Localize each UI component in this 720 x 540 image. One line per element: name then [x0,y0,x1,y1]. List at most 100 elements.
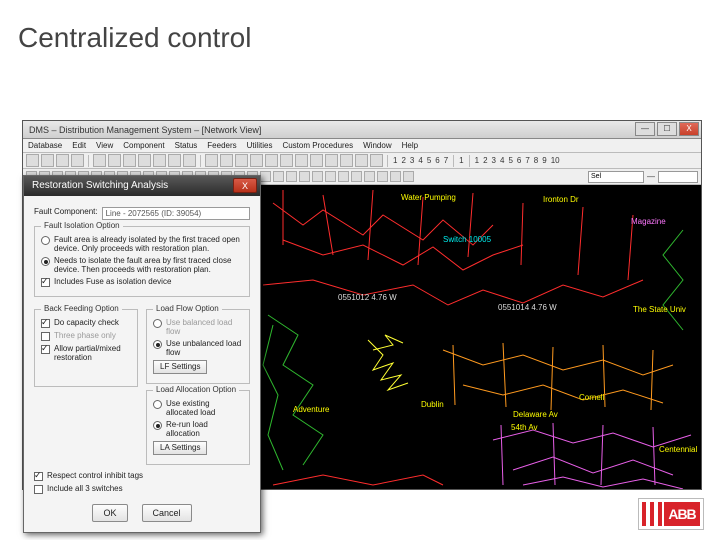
menu-component[interactable]: Component [118,139,169,152]
dialog-title-text: Restoration Switching Analysis [32,180,168,191]
tool-button[interactable] [260,171,271,182]
toolbar-number[interactable]: 2 [400,156,406,165]
toolbar-number[interactable]: 4 [499,156,505,165]
menu-feeders[interactable]: Feeders [202,139,241,152]
tool-button[interactable] [325,171,336,182]
window-close-button[interactable]: X [679,122,699,136]
map-label-delaware: Delaware Av [513,410,558,419]
tool-button[interactable] [377,171,388,182]
tool-button[interactable] [312,171,323,182]
menu-view[interactable]: View [91,139,118,152]
tool-button[interactable] [235,154,248,167]
tool-button[interactable] [364,171,375,182]
fault-component-input[interactable]: Line - 2072565 (ID: 39054) [102,207,250,220]
toolbar-number[interactable]: 8 [533,156,539,165]
radio-needs-isolate[interactable] [41,257,50,266]
tool-button[interactable] [220,154,233,167]
check-capacity[interactable] [41,319,50,328]
toolbar-number[interactable]: 1 [458,156,464,165]
radio-unbalanced[interactable] [153,340,162,349]
tool-button[interactable] [403,171,414,182]
menu-help[interactable]: Help [397,139,423,152]
tool-button[interactable] [310,154,323,167]
toolbar-number[interactable]: 1 [474,156,480,165]
tool-button[interactable] [41,154,54,167]
tool-button[interactable] [71,154,84,167]
tool-button[interactable] [355,154,368,167]
toolbar-number[interactable]: 6 [434,156,440,165]
window-title-text: DMS – Distribution Management System – [… [29,125,261,135]
check-include-all3[interactable] [34,485,43,494]
lf-settings-button[interactable]: LF Settings [153,360,207,374]
radio-balanced[interactable] [153,319,162,328]
check-three-phase[interactable] [41,332,50,341]
menu-database[interactable]: Database [23,139,67,152]
map-label-dublin: Dublin [421,400,444,409]
radio-needs-isolate-label: Needs to isolate the fault area by first… [54,256,243,274]
tool-button[interactable] [340,154,353,167]
map-label-fifth: 54th Av [511,423,538,432]
tool-button[interactable] [26,154,39,167]
tool-button[interactable] [205,154,218,167]
toolbar-select[interactable]: Sel [588,171,644,183]
toolbar-number[interactable]: 7 [443,156,449,165]
tool-button[interactable] [325,154,338,167]
tool-button[interactable] [123,154,136,167]
toolbar-number[interactable]: 2 [482,156,488,165]
abb-logo: ABB [642,502,700,526]
map-label-node-b: 0551014 4.76 W [498,303,557,312]
check-respect-inhibit[interactable] [34,472,43,481]
radio-rerun-alloc[interactable] [153,421,162,430]
tool-button[interactable] [273,171,284,182]
toolbar-number[interactable]: 3 [491,156,497,165]
tool-button[interactable] [153,154,166,167]
radio-existing-alloc[interactable] [153,400,162,409]
ok-button[interactable]: OK [92,504,127,522]
tool-button[interactable] [280,154,293,167]
check-allow-partial[interactable] [41,345,50,354]
load-allocation-legend: Load Allocation Option [153,385,239,394]
tool-button[interactable] [168,154,181,167]
tool-button[interactable] [108,154,121,167]
cancel-button[interactable]: Cancel [142,504,192,522]
tool-button[interactable] [138,154,151,167]
toolbar-number[interactable]: 3 [409,156,415,165]
toolbar-number[interactable]: 4 [417,156,423,165]
tool-button[interactable] [295,154,308,167]
tool-button[interactable] [338,171,349,182]
toolbar-number[interactable]: 7 [524,156,530,165]
radio-already-isolated[interactable] [41,236,50,245]
dialog-close-button[interactable]: X [233,178,257,193]
menu-window[interactable]: Window [358,139,396,152]
map-label-node-a: 0551012 4.76 W [338,293,397,302]
toolbar-number[interactable]: 1 [392,156,398,165]
fault-isolation-legend: Fault Isolation Option [41,221,123,230]
tool-button[interactable] [250,154,263,167]
window-maximize-button[interactable]: ☐ [657,122,677,136]
toolbar-number[interactable]: 5 [426,156,432,165]
radio-unbalanced-label: Use unbalanced load flow [166,339,243,357]
tool-button[interactable] [390,171,401,182]
tool-button[interactable] [265,154,278,167]
menu-status[interactable]: Status [170,139,203,152]
la-settings-button[interactable]: LA Settings [153,441,207,455]
tool-button[interactable] [93,154,106,167]
menu-custom-procedures[interactable]: Custom Procedures [277,139,358,152]
map-label-state-univ: The State Univ [633,305,686,314]
check-include-fuse[interactable] [41,278,50,287]
toolbar-number[interactable]: 9 [541,156,547,165]
toolbar-number[interactable]: 10 [550,156,561,165]
tool-button[interactable] [370,154,383,167]
toolbar-number[interactable]: 6 [516,156,522,165]
tool-button[interactable] [183,154,196,167]
menu-edit[interactable]: Edit [67,139,91,152]
tool-button[interactable] [299,171,310,182]
tool-button[interactable] [351,171,362,182]
menu-utilities[interactable]: Utilities [242,139,278,152]
tool-button[interactable] [286,171,297,182]
window-titlebar: DMS – Distribution Management System – [… [23,121,701,139]
toolbar-number[interactable]: 5 [507,156,513,165]
window-minimize-button[interactable]: — [635,122,655,136]
toolbar-select[interactable] [658,171,698,183]
tool-button[interactable] [56,154,69,167]
